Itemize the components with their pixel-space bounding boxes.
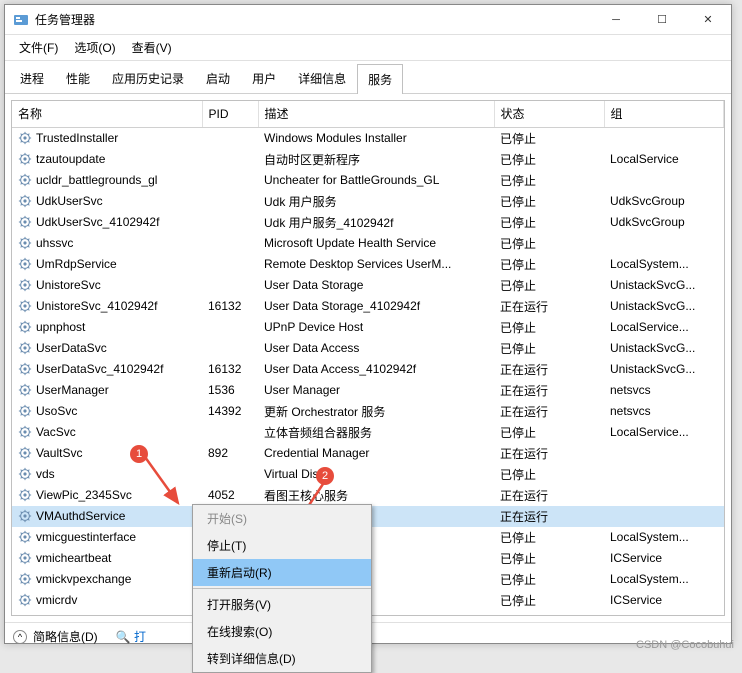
service-row[interactable]: ucldr_battlegrounds_glUncheater for Batt… — [12, 170, 724, 191]
service-row[interactable]: upnphostUPnP Device Host已停止LocalService.… — [12, 317, 724, 338]
tab-6[interactable]: 服务 — [357, 64, 403, 94]
tabs: 进程性能应用历史记录启动用户详细信息服务 — [5, 61, 731, 94]
col-desc[interactable]: 描述 — [258, 101, 494, 127]
annotation-badge-2: 2 — [316, 467, 334, 485]
service-row[interactable]: UmRdpServiceRemote Desktop Services User… — [12, 254, 724, 275]
menu-restart[interactable]: 重新启动(R) — [193, 559, 371, 586]
app-icon — [13, 12, 29, 28]
service-row[interactable]: VaultSvc892Credential Manager正在运行 — [12, 443, 724, 464]
tab-5[interactable]: 详细信息 — [287, 63, 357, 93]
maximize-button[interactable]: ☐ — [639, 5, 685, 35]
minimize-button[interactable]: ─ — [593, 5, 639, 35]
service-row[interactable]: ViewPic_2345Svc4052看图王核心服务正在运行 — [12, 485, 724, 506]
service-row[interactable]: UserDataSvc_4102942f16132User Data Acces… — [12, 359, 724, 380]
tab-1[interactable]: 性能 — [55, 63, 101, 93]
col-name[interactable]: 名称 — [12, 101, 202, 127]
service-row[interactable]: UnistoreSvc_4102942f16132User Data Stora… — [12, 296, 724, 317]
tab-0[interactable]: 进程 — [9, 63, 55, 93]
tab-4[interactable]: 用户 — [241, 63, 287, 93]
brief-info-link[interactable]: 简略信息(D) — [33, 628, 98, 645]
col-group[interactable]: 组 — [604, 101, 724, 127]
menubar: 文件(F) 选项(O) 查看(V) — [5, 35, 731, 61]
service-row[interactable]: UsoSvc14392更新 Orchestrator 服务正在运行netsvcs — [12, 401, 724, 422]
service-row[interactable]: UserManager1536User Manager正在运行netsvcs — [12, 380, 724, 401]
service-row[interactable]: UnistoreSvcUser Data Storage已停止UnistackS… — [12, 275, 724, 296]
col-status[interactable]: 状态 — [494, 101, 604, 127]
service-row[interactable]: TrustedInstallerWindows Modules Installe… — [12, 127, 724, 149]
close-button[interactable]: ✕ — [685, 5, 731, 35]
titlebar: 任务管理器 ─ ☐ ✕ — [5, 5, 731, 35]
service-row[interactable]: UdkUserSvcUdk 用户服务已停止UdkSvcGroup — [12, 191, 724, 212]
menu-options[interactable]: 选项(O) — [66, 39, 123, 56]
col-pid[interactable]: PID — [202, 101, 258, 127]
menu-stop[interactable]: 停止(T) — [193, 532, 371, 559]
menu-file[interactable]: 文件(F) — [11, 39, 66, 56]
menu-view[interactable]: 查看(V) — [124, 39, 180, 56]
tab-2[interactable]: 应用历史记录 — [101, 63, 195, 93]
context-menu: 开始(S) 停止(T) 重新启动(R) 打开服务(V) 在线搜索(O) 转到详细… — [192, 504, 372, 673]
tab-3[interactable]: 启动 — [195, 63, 241, 93]
menu-start: 开始(S) — [193, 505, 371, 532]
open-services-link[interactable]: 🔍 打 — [116, 628, 146, 645]
watermark: CSDN @Cocobuhui — [636, 639, 734, 651]
service-row[interactable]: uhssvcMicrosoft Update Health Service已停止 — [12, 233, 724, 254]
service-row[interactable]: vdsVirtual Disk已停止 — [12, 464, 724, 485]
menu-search-online[interactable]: 在线搜索(O) — [193, 618, 371, 645]
window-title: 任务管理器 — [35, 11, 593, 28]
chevron-up-icon[interactable]: ^ — [13, 630, 27, 644]
service-row[interactable]: VacSvc立体音频组合器服务已停止LocalService... — [12, 422, 724, 443]
annotation-badge-1: 1 — [130, 445, 148, 463]
menu-open-services[interactable]: 打开服务(V) — [193, 591, 371, 618]
service-row[interactable]: UserDataSvcUser Data Access已停止UnistackSv… — [12, 338, 724, 359]
service-row[interactable]: UdkUserSvc_4102942fUdk 用户服务_4102942f已停止U… — [12, 212, 724, 233]
service-row[interactable]: tzautoupdate自动时区更新程序已停止LocalService — [12, 149, 724, 170]
menu-goto-details[interactable]: 转到详细信息(D) — [193, 645, 371, 672]
